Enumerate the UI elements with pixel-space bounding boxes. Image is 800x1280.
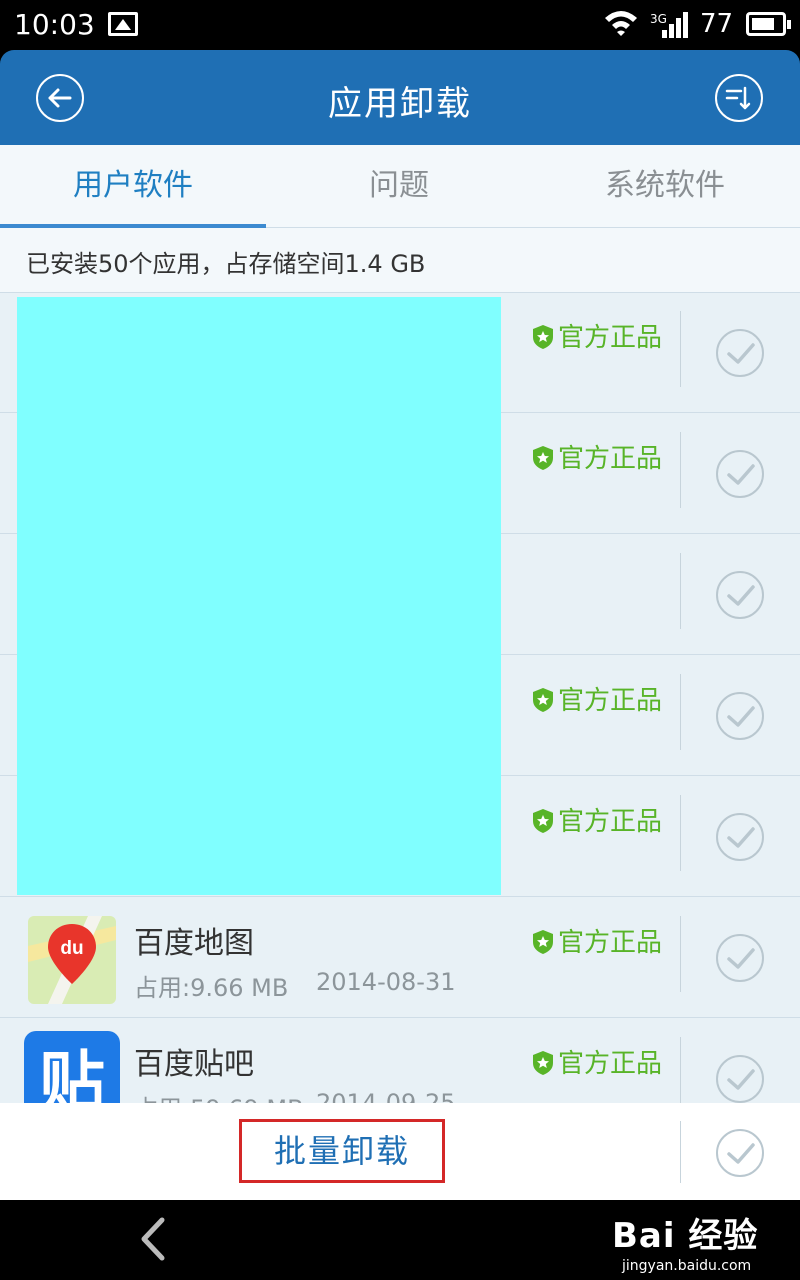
baidu-tieba-icon: 贴 [24,1031,120,1103]
wifi-icon [603,8,639,45]
app-date: 2014-08-31 [316,968,456,996]
checkmark-icon [727,1069,755,1090]
shield-star-icon [533,1051,553,1075]
batch-uninstall-button[interactable]: 批量卸载 [239,1119,445,1183]
row-divider [680,432,681,508]
select-all-checkbox[interactable] [716,1129,764,1177]
shield-star-icon [533,930,553,954]
shield-star-icon [533,809,553,833]
tab-system-software[interactable]: 系统软件 [532,145,798,227]
install-summary: 已安装50个应用，占存储空间1.4 GB [0,228,800,293]
official-badge: 官方正品 [532,1043,662,1080]
baidu-jingyan-watermark: Bai 经验 jingyan.baidu.com [612,1208,759,1274]
app-size: 占用:9.66 MB [134,974,289,1002]
svg-text:du: du [60,938,83,959]
row-divider [680,916,681,992]
status-time: 10:03 [14,8,95,41]
battery-icon [746,12,791,36]
checkmark-icon [727,948,755,969]
checkmark-icon [727,585,755,606]
watermark-url: jingyan.baidu.com [622,1258,752,1274]
official-badge: 官方正品 [532,680,662,717]
row-divider [680,553,681,629]
shield-star-icon [533,688,553,712]
summary-text: 已安装50个应用，占存储空间1.4 GB [26,250,426,278]
select-checkbox[interactable] [716,813,764,861]
watermark-logo: Bai 经验 [612,1216,759,1256]
nav-back-icon[interactable] [138,1216,168,1266]
select-checkbox[interactable] [716,692,764,740]
app-date: 2014-09-25 [316,1089,456,1103]
checkmark-icon [727,464,755,485]
row-divider [680,795,681,871]
official-badge: 官方正品 [532,317,662,354]
bottom-divider [680,1121,681,1183]
bottom-action-bar: 批量卸载 [0,1103,800,1200]
official-badge: 官方正品 [532,801,662,838]
battery-level: 77 [700,9,734,39]
list-item-baidu-map[interactable]: du 百度地图 占用:9.66 MB 2014-08-31 官方正品 [0,898,800,1018]
app-name: 百度贴吧 [134,1047,254,1082]
select-checkbox[interactable] [716,934,764,982]
shield-star-icon [533,325,553,349]
official-badge: 官方正品 [532,438,662,475]
svg-text:贴: 贴 [39,1044,105,1103]
select-checkbox[interactable] [716,1055,764,1103]
sort-button[interactable] [715,74,763,122]
checkmark-icon [727,827,755,848]
system-nav-bar: Bai 经验 jingyan.baidu.com [0,1200,800,1280]
signal-icon [662,10,690,38]
baidu-map-icon: du [28,916,116,1004]
checkmark-icon [727,343,755,364]
status-bar: 10:03 3G 77 [0,0,800,50]
row-divider [680,674,681,750]
app-bar: 应用卸载 [0,50,800,145]
shield-star-icon [533,446,553,470]
tab-bar: 用户软件 问题 系统软件 [0,145,800,228]
row-divider [680,1037,681,1103]
select-checkbox[interactable] [716,329,764,377]
app-name: 百度地图 [134,926,254,961]
select-checkbox[interactable] [716,571,764,619]
select-checkbox[interactable] [716,450,764,498]
tab-problems[interactable]: 问题 [266,145,532,227]
checkmark-icon [727,706,755,727]
image-notification-icon [108,12,138,36]
official-badge: 官方正品 [532,922,662,959]
redacted-area [17,297,501,895]
sort-icon [725,86,751,110]
row-divider [680,311,681,387]
tab-user-software[interactable]: 用户软件 [0,145,266,227]
checkmark-icon [727,1143,755,1164]
app-size: 占用:59.69 MB [134,1089,304,1103]
list-item-baidu-tieba[interactable]: 贴 百度贴吧 占用:59.69 MB 2014-09-25 官方正品 [0,1019,800,1103]
page-title: 应用卸载 [328,84,472,124]
